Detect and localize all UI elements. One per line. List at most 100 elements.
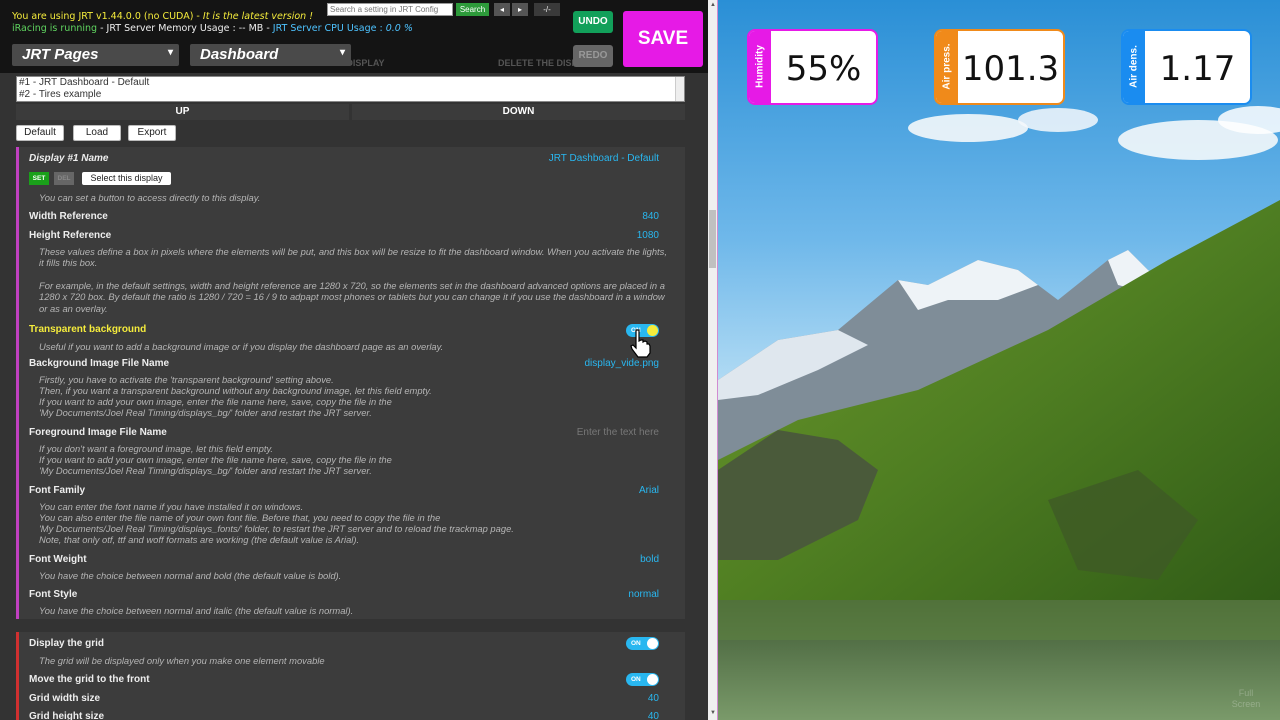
chevron-down-icon: ▾ <box>339 47 345 58</box>
fg-image-desc-3: 'My Documents/Joel Real Timing/displays_… <box>39 465 372 476</box>
scroll-down-arrow-icon[interactable]: ▼ <box>709 710 717 716</box>
chevron-down-icon: ▾ <box>167 47 173 58</box>
font-family-desc-2: You can also enter the file name of your… <box>39 512 441 523</box>
search-next-button[interactable]: ▸ <box>512 3 528 16</box>
grid-desc: The grid will be displayed only when you… <box>39 655 325 666</box>
top-bar: You are using JRT v1.44.0.0 (no CUDA) - … <box>0 0 708 73</box>
grid-front-label: Move the grid to the front <box>29 674 150 685</box>
transparent-bg-desc: Useful if you want to add a background i… <box>39 341 444 352</box>
air-pressure-label: Air press. <box>941 43 953 90</box>
toggle-knob <box>647 638 658 649</box>
width-ref-value[interactable]: 840 <box>642 211 659 222</box>
bg-image-desc-2: Then, if you want a transparent backgrou… <box>39 385 432 396</box>
move-up-button[interactable]: UP <box>16 104 349 120</box>
cpu-usage-value: 0.0 % <box>385 23 413 34</box>
list-item[interactable]: #2 - Tires example <box>19 89 684 101</box>
search-prev-button[interactable]: ◂ <box>494 3 510 16</box>
font-family-desc-3: 'My Documents/Joel Real Timing/displays_… <box>39 523 514 534</box>
del-button[interactable]: DEL <box>54 172 74 185</box>
bg-image-desc-4: 'My Documents/Joel Real Timing/displays_… <box>39 407 372 418</box>
grid-height-value[interactable]: 40 <box>648 711 659 720</box>
height-ref-value[interactable]: 1080 <box>637 230 659 241</box>
version-status: You are using JRT v1.44.0.0 (no CUDA) - … <box>12 11 313 22</box>
display-settings-panel: Display #1 Name JRT Dashboard - Default … <box>16 147 685 619</box>
load-button[interactable]: Load <box>73 125 121 141</box>
latest-version-text: It is the latest version ! <box>202 11 314 22</box>
bg-image-desc-3: If you want to add your own image, enter… <box>39 396 392 407</box>
height-ref-desc-1: These values define a box in pixels wher… <box>39 246 667 269</box>
font-weight-label: Font Weight <box>29 554 87 565</box>
bg-image-label: Background Image File Name <box>29 358 170 369</box>
hand-cursor-icon <box>630 329 651 358</box>
bg-image-value[interactable]: display_vide.png <box>585 358 660 369</box>
select-display-button[interactable]: Select this display <box>82 172 171 185</box>
redo-button[interactable]: REDO <box>573 45 613 67</box>
export-button[interactable]: Export <box>128 125 176 141</box>
fg-image-input[interactable]: Enter the text here <box>577 427 659 438</box>
toggle-knob <box>647 674 658 685</box>
humidity-value: 55% <box>785 49 862 89</box>
air-density-value: 1.17 <box>1159 49 1236 89</box>
grid-width-value[interactable]: 40 <box>648 693 659 704</box>
page-scrollbar[interactable]: ▲ ▼ <box>708 0 718 720</box>
fg-image-desc-1: If you don't want a foreground image, le… <box>39 443 274 454</box>
pages-select[interactable]: JRT Pages ▾ <box>12 44 179 66</box>
toggle-state: ON <box>631 676 641 683</box>
display-name-value[interactable]: JRT Dashboard - Default <box>549 153 659 164</box>
air-pressure-value: 101.3 <box>961 49 1060 89</box>
grid-width-label: Grid width size <box>29 693 101 704</box>
undo-button[interactable]: UNDO <box>573 11 613 33</box>
air-density-gauge: Air dens. 1.17 <box>1121 29 1252 105</box>
font-family-label: Font Family <box>29 485 86 496</box>
font-weight-desc: You have the choice between normal and b… <box>39 570 342 581</box>
scroll-up-arrow-icon[interactable]: ▲ <box>709 2 717 8</box>
height-ref-desc-2: For example, in the default settings, wi… <box>39 280 665 314</box>
default-button[interactable]: Default <box>16 125 64 141</box>
fg-image-label: Foreground Image File Name <box>29 427 167 438</box>
config-panel: You are using JRT v1.44.0.0 (no CUDA) - … <box>0 0 708 720</box>
search-input[interactable] <box>327 3 453 16</box>
font-style-label: Font Style <box>29 589 78 600</box>
save-button[interactable]: SAVE <box>623 11 703 67</box>
font-weight-value[interactable]: bold <box>640 554 659 565</box>
grid-label: Display the grid <box>29 638 105 649</box>
search-result-count: -/- <box>534 3 560 16</box>
set-button[interactable]: SET <box>29 172 49 185</box>
toggle-state: ON <box>631 640 641 647</box>
font-family-value[interactable]: Arial <box>639 485 659 496</box>
mountain-lake-background <box>718 0 1280 720</box>
iracing-running-text: iRacing is running <box>12 23 98 34</box>
grid-settings-panel: Display the grid ON The grid will be dis… <box>16 632 685 720</box>
humidity-gauge: Humidity 55% <box>747 29 878 105</box>
dashboard-select[interactable]: Dashboard ▾ <box>190 44 351 66</box>
font-style-desc: You have the choice between normal and i… <box>39 605 354 616</box>
transparent-bg-label: Transparent background <box>29 324 147 335</box>
move-down-button[interactable]: DOWN <box>352 104 685 120</box>
search-button[interactable]: Search <box>456 3 489 16</box>
grid-front-toggle[interactable]: ON <box>626 673 659 686</box>
font-family-desc-4: Note, that only otf, ttf and woff format… <box>39 534 360 545</box>
cpu-usage-label: JRT Server CPU Usage : <box>272 23 386 34</box>
grid-toggle[interactable]: ON <box>626 637 659 650</box>
version-text: You are using JRT v1.44.0.0 (no CUDA) - <box>12 11 203 22</box>
list-item[interactable]: #1 - JRT Dashboard - Default <box>19 77 684 89</box>
grid-height-label: Grid height size <box>29 711 105 720</box>
list-scrollbar[interactable] <box>675 77 684 101</box>
bg-image-desc-1: Firstly, you have to activate the 'trans… <box>39 374 334 385</box>
scrollbar-thumb[interactable] <box>709 210 716 268</box>
font-family-desc-1: You can enter the font name if you have … <box>39 501 304 512</box>
height-ref-label: Height Reference <box>29 230 112 241</box>
display-name-label: Display #1 Name <box>29 153 109 164</box>
fg-image-desc-2: If you want to add your own image, enter… <box>39 454 392 465</box>
fullscreen-button[interactable]: Full Screen <box>1226 688 1266 710</box>
dashboard-preview: Humidity 55% Air press. 101.3 Air dens. … <box>718 0 1280 720</box>
dashboard-select-value: Dashboard <box>200 46 279 63</box>
memory-usage-text: - JRT Server Memory Usage : -- MB - <box>97 23 273 34</box>
air-density-label: Air dens. <box>1128 45 1140 88</box>
display-list[interactable]: #1 - JRT Dashboard - Default #2 - Tires … <box>16 76 685 102</box>
font-style-value[interactable]: normal <box>628 589 659 600</box>
server-status: iRacing is running - JRT Server Memory U… <box>12 23 413 34</box>
display-name-desc: You can set a button to access directly … <box>39 192 261 203</box>
humidity-label: Humidity <box>754 45 766 88</box>
width-ref-label: Width Reference <box>29 211 108 222</box>
